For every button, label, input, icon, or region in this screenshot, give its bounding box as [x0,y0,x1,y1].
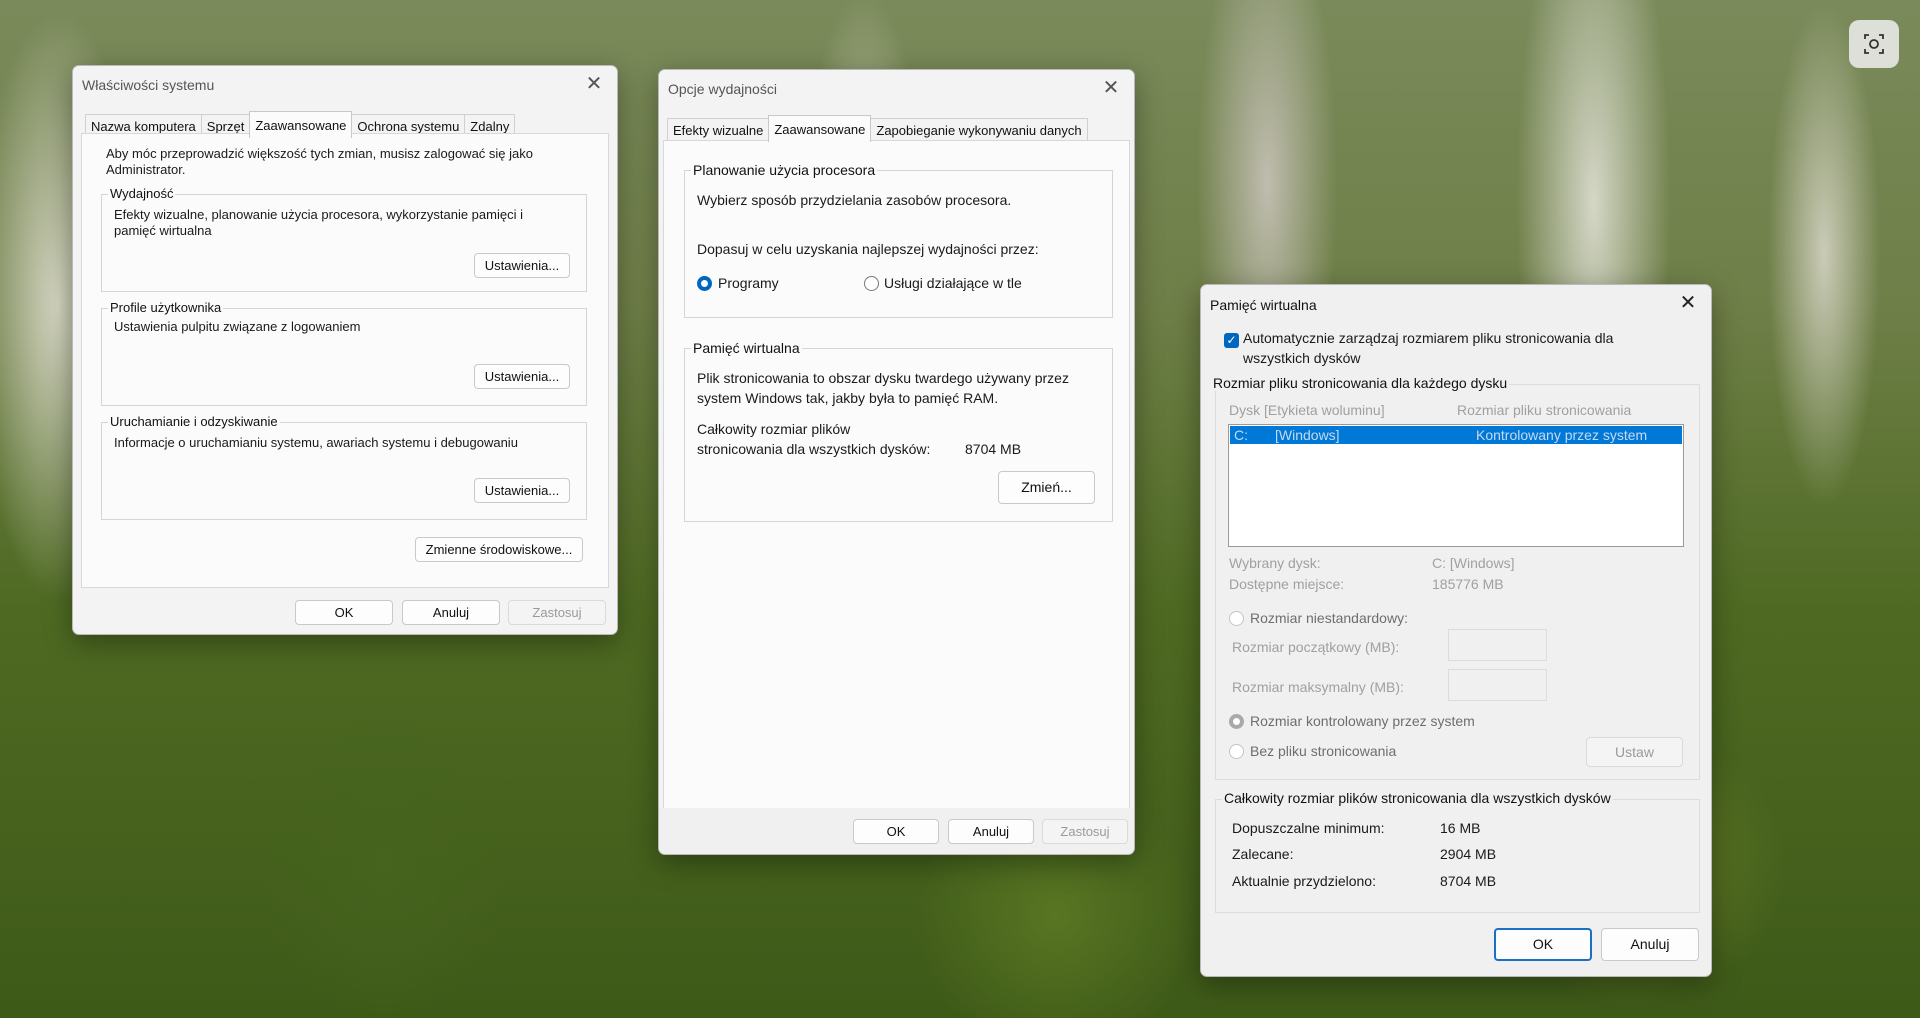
tab-data-execution-prevention[interactable]: Zapobieganie wykonywaniu danych [870,118,1088,142]
per-drive-group: Rozmiar pliku stronicowania dla każdego … [1211,375,1700,780]
window-title: Właściwości systemu [82,77,215,93]
programs-label[interactable]: Programy [718,275,779,291]
ok-button[interactable]: OK [295,600,393,625]
drive-row-letter: C: [1234,427,1248,443]
totals-legend: Całkowity rozmiar plików stronicowania d… [1222,790,1613,806]
per-drive-legend: Rozmiar pliku stronicowania dla każdego … [1211,375,1510,391]
drive-row-label: [Windows] [1275,427,1340,443]
recommended-label: Zalecane: [1232,846,1294,862]
recommended-value: 2904 MB [1440,846,1497,862]
auto-manage-label-line1[interactable]: Automatycznie zarządzaj rozmiarem pliku … [1243,330,1613,346]
cancel-button[interactable]: Anuluj [948,819,1034,844]
performance-desc: Efekty wizualne, planowanie użycia proce… [114,207,523,238]
close-icon[interactable]: ✕ [571,66,617,104]
performance-legend: Wydajność [108,186,176,201]
startup-recovery-settings-button[interactable]: Ustawienia... [474,478,570,503]
user-profiles-group: Profile użytkownika Ustawienia pulpitu z… [101,300,587,406]
tab-strip: Efekty wizualne Zaawansowane Zapobiegani… [667,115,1088,142]
virtual-memory-group: Pamięć wirtualna Plik stronicowania to o… [684,340,1113,522]
min-value: 16 MB [1440,820,1481,836]
tab-visual-effects[interactable]: Efekty wizualne [667,118,770,142]
window-title: Opcje wydajności [668,81,777,97]
footer: OK Anuluj Zastosuj [659,808,1134,854]
admin-note: Aby móc przeprowadzić większość tych zmi… [106,146,533,177]
size-column-header: Rozmiar pliku stronicowania [1457,402,1632,418]
screenshot-icon [1864,34,1884,54]
virtual-memory-window: Pamięć wirtualna ✕ ✓ Automatycznie zarzą… [1200,284,1712,977]
virtual-memory-legend: Pamięć wirtualna [691,340,802,356]
background-services-radio[interactable] [864,276,879,291]
paging-desc-line2: system Windows tak, jakby była to pamięć… [697,390,999,406]
user-profiles-settings-button[interactable]: Ustawienia... [474,364,570,389]
free-space-value: 185776 MB [1432,576,1504,592]
drive-row[interactable]: C: [Windows] Kontrolowany przez system [1230,426,1682,444]
background-services-label[interactable]: Usługi działające w tle [884,275,1022,291]
paging-desc-line1: Plik stronicowania to obszar dysku tward… [697,370,1069,386]
tab-advanced[interactable]: Zaawansowane [249,111,353,138]
close-icon[interactable]: ✕ [1088,70,1134,108]
close-icon[interactable]: ✕ [1665,285,1711,323]
tab-panel: Planowanie użycia procesora Wybierz spos… [663,140,1130,810]
cancel-button[interactable]: Anuluj [402,600,500,625]
auto-manage-checkbox[interactable]: ✓ [1224,333,1239,348]
auto-manage-label-line2[interactable]: wszystkich dysków [1243,350,1360,366]
min-label: Dopuszczalne minimum: [1232,820,1385,836]
performance-group: Wydajność Efekty wizualne, planowanie uż… [101,186,587,292]
system-managed-label[interactable]: Rozmiar kontrolowany przez system [1250,713,1475,729]
programs-radio[interactable] [697,276,712,291]
adjust-label: Dopasuj w celu uzyskania najlepszej wyda… [697,241,1039,257]
initial-size-label: Rozmiar początkowy (MB): [1232,639,1400,655]
cpu-scheduling-group: Planowanie użycia procesora Wybierz spos… [684,162,1113,318]
startup-recovery-desc: Informacje o uruchamianiu systemu, awari… [114,435,518,450]
custom-size-label[interactable]: Rozmiar niestandardowy: [1250,610,1408,626]
system-properties-window: Właściwości systemu ✕ Nazwa komputera Sp… [72,65,618,635]
environment-variables-button[interactable]: Zmienne środowiskowe... [415,537,583,562]
current-value: 8704 MB [1440,873,1497,889]
window-title: Pamięć wirtualna [1210,297,1317,313]
drive-column-header: Dysk [Etykieta woluminu] [1229,402,1385,418]
user-profiles-legend: Profile użytkownika [108,300,224,315]
total-paging-value: 8704 MB [965,441,1022,457]
custom-size-radio[interactable] [1229,611,1244,626]
no-paging-radio[interactable] [1229,744,1244,759]
no-paging-label[interactable]: Bez pliku stronicowania [1250,743,1396,759]
performance-options-window: Opcje wydajności ✕ Efekty wizualne Zaawa… [658,69,1135,855]
title-bar: Opcje wydajności ✕ [659,70,1134,108]
performance-settings-button[interactable]: Ustawienia... [474,253,570,278]
change-button[interactable]: Zmień... [998,471,1095,504]
tab-advanced[interactable]: Zaawansowane [768,115,872,142]
selected-drive-label: Wybrany dysk: [1229,555,1321,571]
apply-button[interactable]: Zastosuj [508,600,606,625]
free-space-label: Dostępne miejsce: [1229,576,1345,592]
selected-drive-value: C: [Windows] [1432,555,1515,571]
totals-group: Całkowity rozmiar plików stronicowania d… [1215,790,1700,913]
ok-button[interactable]: OK [853,819,939,844]
total-paging-label-line1: Całkowity rozmiar plików [697,421,851,437]
ok-button[interactable]: OK [1494,928,1592,961]
set-button[interactable]: Ustaw [1586,737,1683,767]
apply-button[interactable]: Zastosuj [1042,819,1128,844]
title-bar: Właściwości systemu ✕ [73,66,617,104]
user-profiles-desc: Ustawienia pulpitu związane z logowaniem [114,319,361,334]
initial-size-input[interactable] [1448,629,1547,661]
max-size-input[interactable] [1448,669,1547,701]
cpu-scheduling-legend: Planowanie użycia procesora [691,162,878,178]
drive-row-size: Kontrolowany przez system [1476,427,1648,443]
system-managed-radio[interactable] [1229,714,1244,729]
current-label: Aktualnie przydzielono: [1232,873,1376,889]
drive-list[interactable]: C: [Windows] Kontrolowany przez system [1228,424,1684,547]
title-bar: Pamięć wirtualna ✕ [1201,285,1711,323]
screenshot-button[interactable] [1849,20,1899,68]
startup-recovery-legend: Uruchamianie i odzyskiwanie [108,414,280,429]
cancel-button[interactable]: Anuluj [1601,928,1699,961]
startup-recovery-group: Uruchamianie i odzyskiwanie Informacje o… [101,414,587,520]
cpu-scheduling-desc: Wybierz sposób przydzielania zasobów pro… [697,192,1012,208]
total-paging-label-line2: stronicowania dla wszystkich dysków: [697,441,931,457]
max-size-label: Rozmiar maksymalny (MB): [1232,679,1404,695]
tab-panel: Aby móc przeprowadzić większość tych zmi… [81,133,609,588]
